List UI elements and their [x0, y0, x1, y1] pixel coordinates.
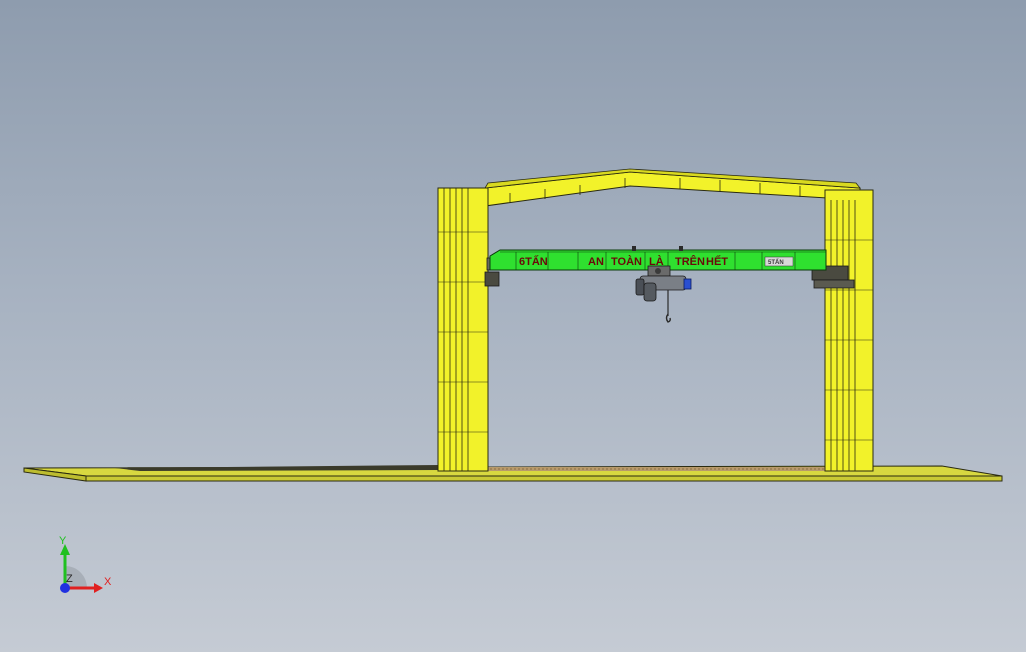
beam-label-2: AN: [588, 256, 604, 268]
beam-label-1: 6TẤN: [519, 255, 548, 268]
hoist-trolley: [635, 265, 692, 323]
beam-label-5: TRÊN: [675, 255, 705, 268]
right-column: [811, 189, 874, 472]
beam-label-3: TOÀN: [611, 255, 642, 268]
cad-viewport[interactable]: 6TẤN AN TOÀN LÀ TRÊN HẾT 5TẤN Y X Z: [0, 0, 1026, 652]
beam-label-6: HẾT: [706, 255, 728, 268]
x-axis-label: X: [104, 576, 112, 588]
z-axis-label: Z: [66, 573, 73, 585]
y-axis-label: Y: [59, 535, 67, 547]
left-column: [437, 187, 500, 472]
coordinate-triad: Y X Z: [59, 535, 112, 593]
capacity-plate-label: 5TẤN: [768, 259, 784, 266]
model-canvas[interactable]: 6TẤN AN TOÀN LÀ TRÊN HẾT 5TẤN Y X Z: [0, 0, 1026, 652]
roof-rafter: [484, 168, 861, 207]
